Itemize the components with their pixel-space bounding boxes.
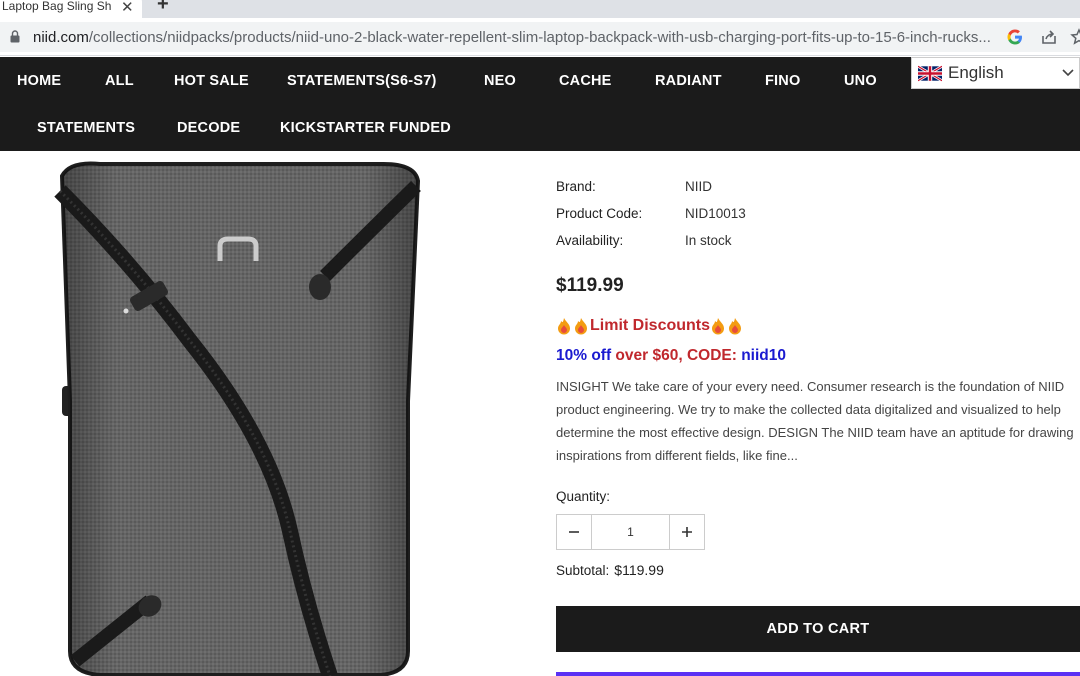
language-selector[interactable]: English <box>911 57 1080 89</box>
discount-code: niid10 <box>741 347 786 364</box>
nav-all[interactable]: ALL <box>105 73 134 89</box>
url-host: niid.com <box>33 29 89 46</box>
promo-banner: Limit Discounts <box>556 317 744 335</box>
new-tab-icon[interactable]: + <box>157 0 169 16</box>
quantity-stepper: 1 <box>556 514 705 550</box>
subtotal-label: Subtotal: <box>556 563 610 578</box>
subtotal-value: $119.99 <box>614 562 664 578</box>
meta-label: Product Code: <box>556 206 643 221</box>
nav-uno[interactable]: UNO <box>844 73 877 89</box>
nav-statements-s6-s7[interactable]: STATEMENTS(S6-S7) <box>287 73 436 89</box>
quantity-input[interactable]: 1 <box>590 515 671 549</box>
fire-icon <box>712 318 725 335</box>
buy-now-button[interactable] <box>556 672 1080 676</box>
add-to-cart-button[interactable]: ADD TO CART <box>556 606 1080 652</box>
uk-flag-icon <box>918 64 942 82</box>
nav-decode[interactable]: DECODE <box>177 120 240 136</box>
nav-cache[interactable]: CACHE <box>559 73 612 89</box>
promo-text: Limit Discounts <box>590 317 711 334</box>
share-icon[interactable] <box>1040 28 1058 46</box>
meta-value: In stock <box>685 233 732 248</box>
meta-value: NID10013 <box>685 206 746 221</box>
fire-icon <box>729 318 742 335</box>
fire-icon <box>575 318 587 335</box>
address-bar-row: niid.com/collections/niidpacks/products/… <box>0 18 1080 56</box>
nav-fino[interactable]: FINO <box>765 73 800 89</box>
browser-tabstrip: Laptop Bag Sling Sh ✕ + <box>0 0 1080 18</box>
discount-condition: over $60, CODE: <box>611 347 742 364</box>
quantity-label: Quantity: <box>556 489 611 504</box>
minus-icon <box>568 531 579 533</box>
nav-kickstarter-funded[interactable]: KICKSTARTER FUNDED <box>280 120 451 136</box>
language-label: English <box>948 63 1004 82</box>
nav-hot-sale[interactable]: HOT SALE <box>174 73 249 89</box>
meta-label: Availability: <box>556 233 624 248</box>
chevron-down-icon <box>1062 69 1074 77</box>
discount-percent: 10% off <box>556 347 612 364</box>
increment-button[interactable] <box>670 515 704 549</box>
close-icon[interactable]: ✕ <box>121 0 134 16</box>
product-price: $119.99 <box>556 275 624 296</box>
google-icon[interactable] <box>1006 28 1024 46</box>
nav-home[interactable]: HOME <box>17 73 61 89</box>
subtotal: Subtotal: $119.99 <box>556 562 664 578</box>
nav-radiant[interactable]: RADIANT <box>655 73 722 89</box>
lock-icon[interactable] <box>10 30 20 43</box>
star-icon[interactable] <box>1070 28 1080 46</box>
browser-tab[interactable]: Laptop Bag Sling Sh ✕ <box>0 0 142 18</box>
meta-label: Brand: <box>556 179 596 194</box>
tab-title: Laptop Bag Sling Sh <box>2 0 112 13</box>
url-text[interactable]: niid.com/collections/niidpacks/products/… <box>33 29 993 46</box>
discount-code-line: 10% off over $60, CODE: niid10 <box>556 347 786 365</box>
meta-value[interactable]: NIID <box>685 179 712 194</box>
address-bar[interactable]: niid.com/collections/niidpacks/products/… <box>0 22 1080 52</box>
plus-icon <box>682 527 693 537</box>
site-nav: HOME ALL HOT SALE STATEMENTS(S6-S7) NEO … <box>0 57 1080 151</box>
product-description: INSIGHT We take care of your every need.… <box>556 379 1074 463</box>
nav-statements[interactable]: STATEMENTS <box>37 120 135 136</box>
fire-icon <box>558 318 570 335</box>
product-image[interactable] <box>40 151 440 676</box>
nav-neo[interactable]: NEO <box>484 73 516 89</box>
url-path: /collections/niidpacks/products/niid-uno… <box>88 29 991 46</box>
decrement-button[interactable] <box>557 515 591 549</box>
